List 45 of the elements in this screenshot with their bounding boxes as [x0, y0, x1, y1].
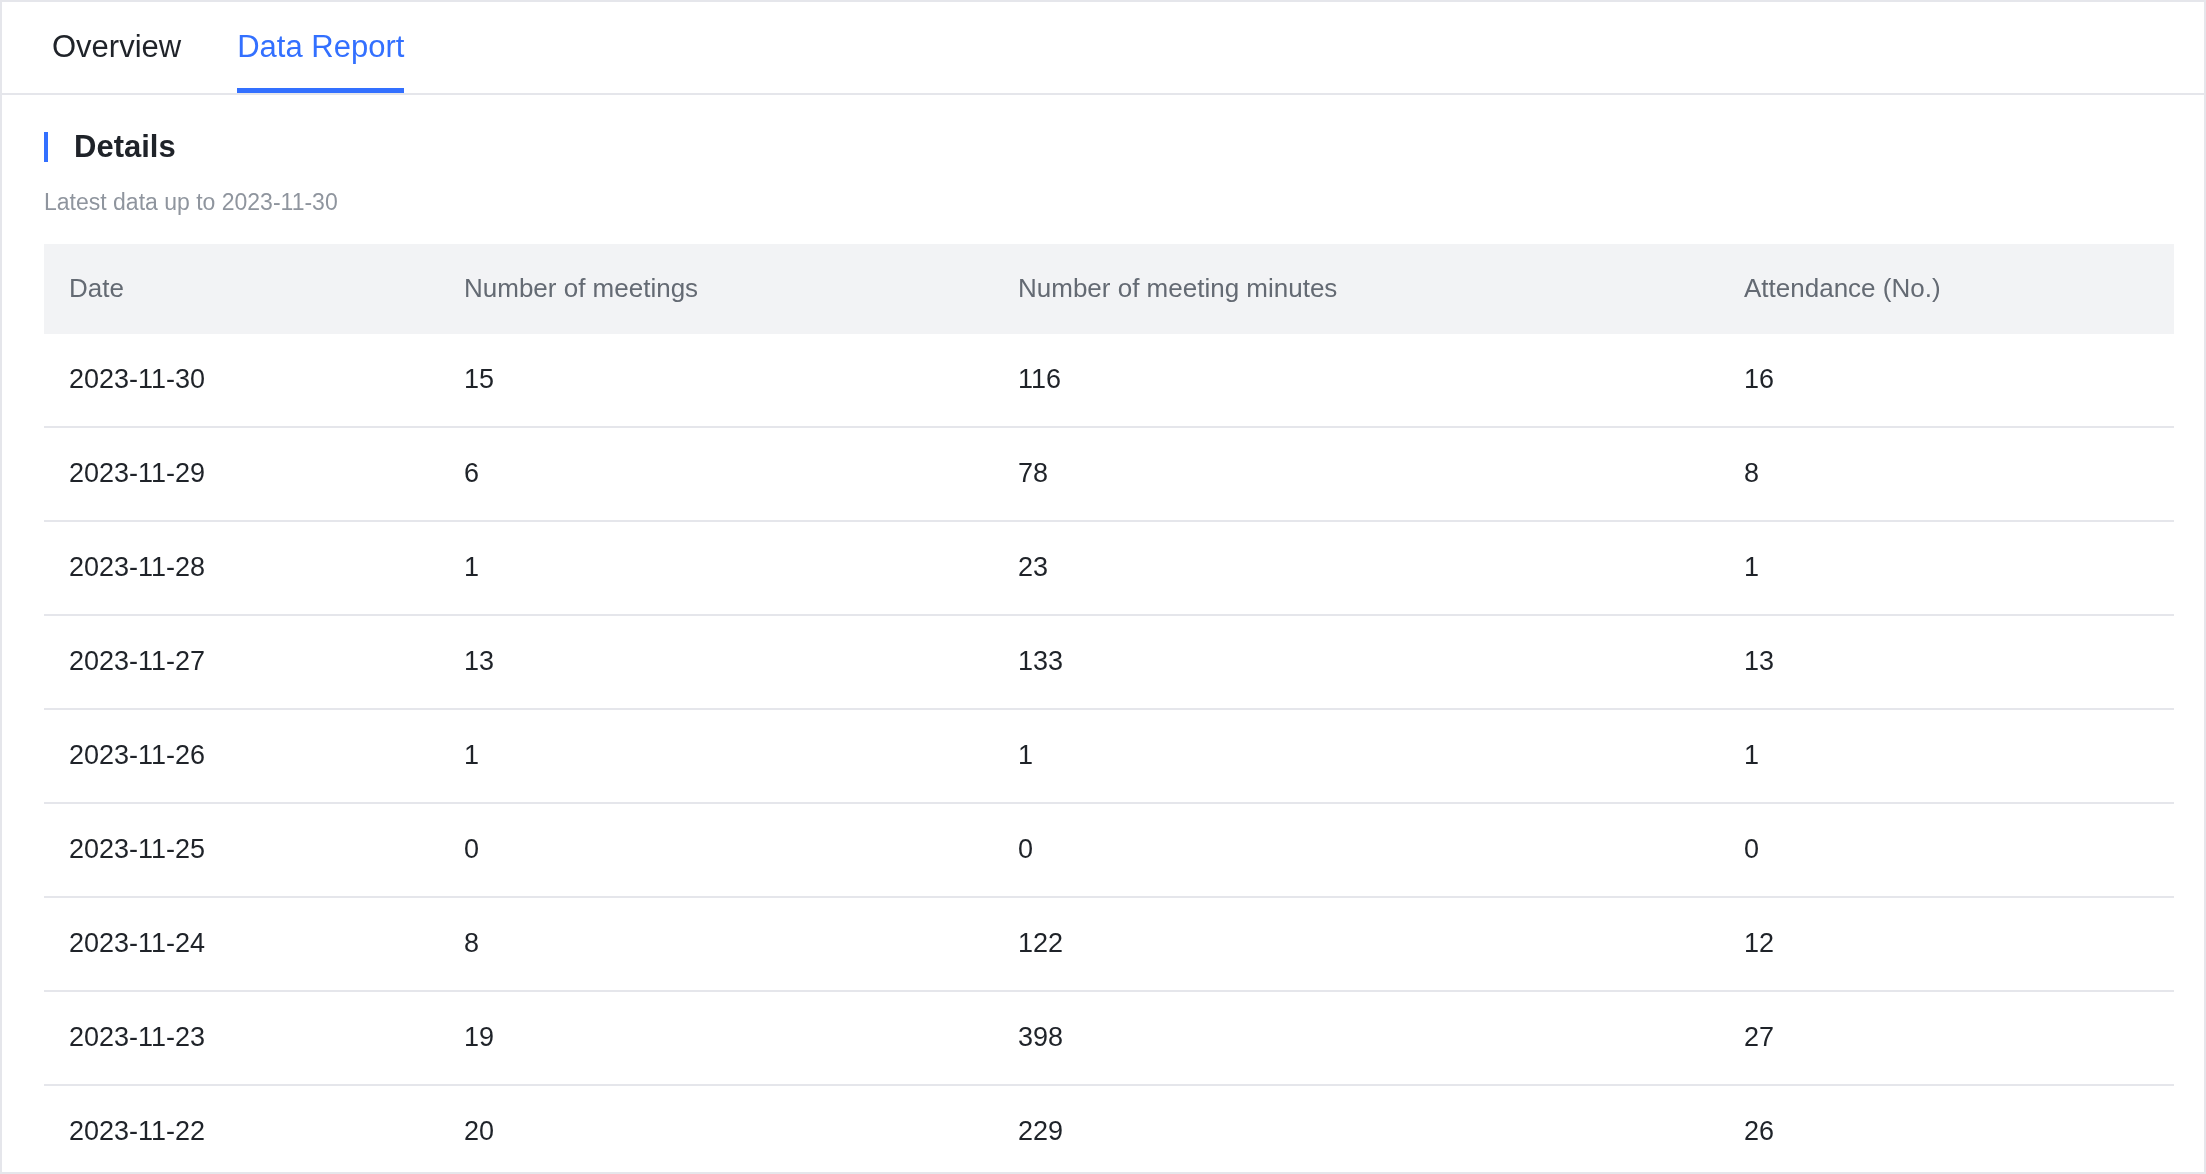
accent-bar [44, 132, 48, 162]
table-cell-text: 2023-11-28 [68, 551, 207, 585]
table-cell-text: 2023-11-23 [68, 1021, 207, 1055]
table-cell-text: 2023-11-24 [68, 927, 207, 961]
table-cell-text: 15 [463, 363, 496, 397]
table-cell-text: 1 [1743, 739, 1761, 773]
table-cell-text: 1 [1743, 551, 1761, 585]
table-cell-text: 0 [1743, 833, 1761, 867]
table-cell-text: 398 [1017, 1021, 1065, 1055]
table-cell-text: 1 [463, 739, 481, 773]
table-cell-text: 16 [1743, 363, 1776, 397]
table-cell-text: 2023-11-26 [68, 739, 207, 773]
table-cell-text: 229 [1017, 1115, 1065, 1149]
table-cell-text: 116 [1017, 363, 1063, 397]
table-cell-text: 19 [463, 1021, 496, 1055]
table-cell-text: 12 [1743, 927, 1776, 961]
table-cell-text: 1 [463, 551, 481, 585]
table-cell-text: 2023-11-30 [68, 363, 207, 397]
table-cell-text: 1 [1017, 739, 1035, 773]
table-cell-text: 133 [1017, 645, 1065, 679]
table-cell-text: 8 [1743, 457, 1761, 491]
column-header: Attendance (No.) [1743, 272, 1942, 305]
table-cell-text: 13 [1743, 645, 1776, 679]
table-cell-text: 23 [1017, 551, 1050, 585]
table-cell-text: 20 [463, 1115, 496, 1149]
table-cell-text: 122 [1017, 927, 1065, 961]
table-cell-text: 8 [463, 927, 481, 961]
table-cell-text: 27 [1743, 1021, 1776, 1055]
table-cell-text: 78 [1017, 457, 1050, 491]
table-cell-text: 2023-11-27 [68, 645, 207, 679]
table-cell-text: 13 [463, 645, 496, 679]
section-subtitle: Latest data up to 2023-11-30 [44, 188, 339, 217]
table-cell-text: 2023-11-22 [68, 1115, 207, 1149]
column-header: Number of meeting minutes [1017, 272, 1339, 305]
table-cell-text: 0 [463, 833, 481, 867]
table-cell-text: 26 [1743, 1115, 1776, 1149]
section-title: Details [74, 127, 176, 166]
tab[interactable]: Overview [52, 2, 182, 93]
table-cell-text: 2023-11-29 [68, 457, 207, 491]
column-header: Number of meetings [463, 272, 700, 305]
table-cell-text: 6 [463, 457, 481, 491]
table-cell-text: 0 [1017, 833, 1035, 867]
column-header: Date [68, 272, 125, 305]
tab[interactable]: Data Report [237, 2, 405, 93]
table-cell-text: 2023-11-25 [68, 833, 207, 867]
